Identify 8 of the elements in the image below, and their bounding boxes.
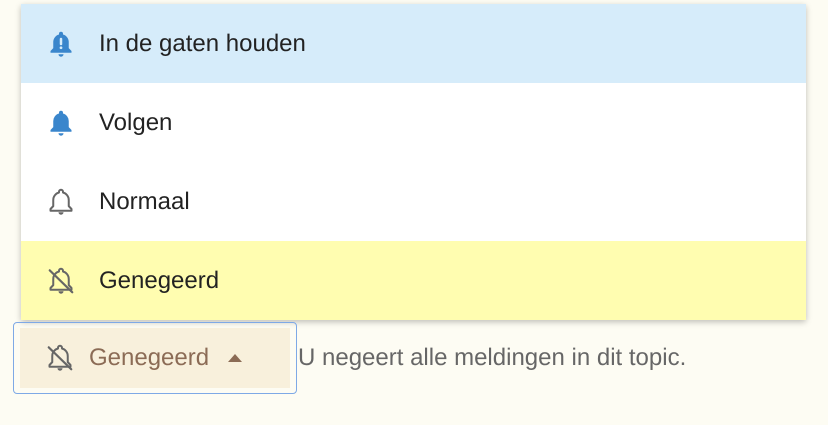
notification-dropdown-button[interactable]: Genegeerd bbox=[20, 328, 290, 388]
menu-item[interactable]: Normaal bbox=[21, 162, 806, 241]
menu-item[interactable]: Volgen bbox=[21, 83, 806, 162]
menu-item[interactable]: In de gaten houden bbox=[21, 4, 806, 83]
menu-item[interactable]: Genegeerd bbox=[21, 241, 806, 320]
bell-slash-icon bbox=[45, 343, 75, 373]
bell-slash-icon bbox=[46, 266, 76, 296]
status-description: U negeert alle meldingen in dit topic. bbox=[298, 343, 686, 373]
